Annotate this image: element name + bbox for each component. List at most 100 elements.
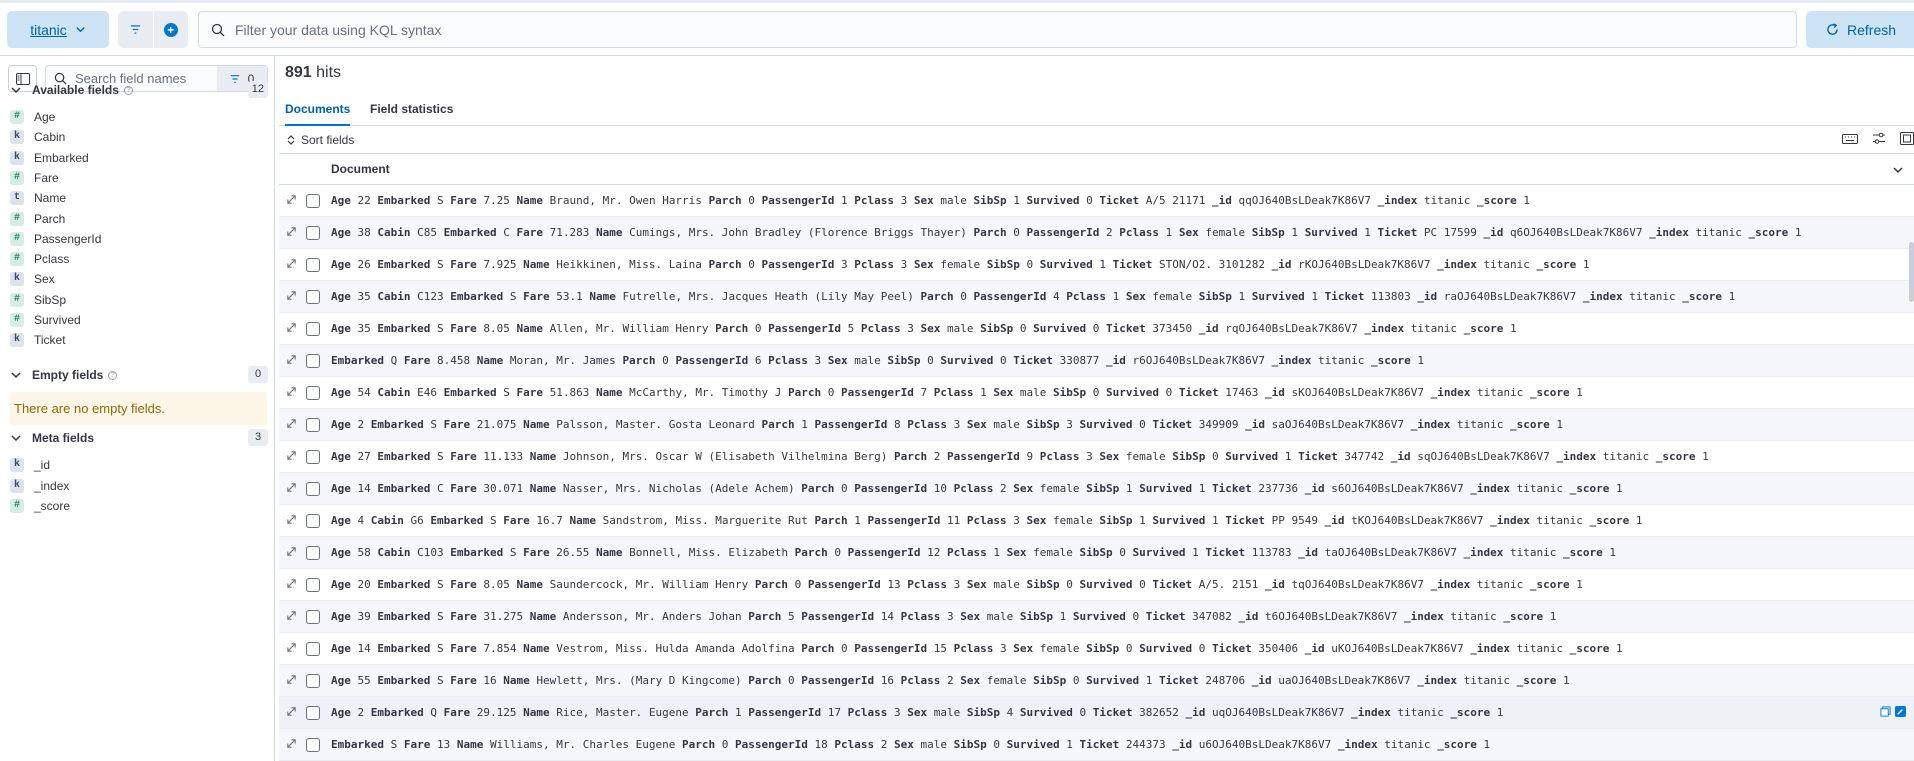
row-checkbox[interactable] bbox=[306, 386, 320, 400]
row-checkbox[interactable] bbox=[306, 418, 320, 432]
expand-icon[interactable] bbox=[286, 610, 297, 624]
row-checkbox[interactable] bbox=[306, 514, 320, 528]
document-summary: Age 2 Embarked S Fare 21.075 Name Palsso… bbox=[331, 418, 1563, 431]
meta-fields-header[interactable]: Meta fields 3 bbox=[10, 428, 268, 448]
field-item-passengerid[interactable]: # PassengerId bbox=[10, 229, 101, 249]
table-row[interactable]: Age 35 Cabin C123 Embarked S Fare 53.1 N… bbox=[279, 281, 1914, 313]
expand-icon[interactable] bbox=[286, 258, 297, 272]
expand-icon[interactable] bbox=[286, 290, 297, 304]
copy-icon[interactable] bbox=[1880, 706, 1891, 717]
field-item-sex[interactable]: k Sex bbox=[10, 269, 55, 289]
expand-icon[interactable] bbox=[286, 578, 297, 592]
row-checkbox[interactable] bbox=[306, 322, 320, 336]
row-checkbox[interactable] bbox=[306, 450, 320, 464]
table-row[interactable]: Age 2 Embarked S Fare 21.075 Name Palsso… bbox=[279, 409, 1914, 441]
table-row[interactable]: Embarked Q Fare 8.458 Name Moran, Mr. Ja… bbox=[279, 345, 1914, 377]
table-row[interactable]: Age 27 Embarked S Fare 11.133 Name Johns… bbox=[279, 441, 1914, 473]
grid-scrollbar[interactable] bbox=[1909, 242, 1914, 302]
keyboard-icon[interactable] bbox=[1842, 132, 1858, 145]
field-item-id[interactable]: k _id bbox=[10, 455, 50, 475]
row-checkbox[interactable] bbox=[306, 226, 320, 240]
field-item-fare[interactable]: # Fare bbox=[10, 168, 59, 188]
field-value: 0 bbox=[834, 482, 855, 495]
row-checkbox[interactable] bbox=[306, 482, 320, 496]
field-item-pclass[interactable]: # Pclass bbox=[10, 249, 69, 269]
sort-fields-button[interactable]: Sort fields bbox=[301, 133, 354, 147]
row-checkbox[interactable] bbox=[306, 642, 320, 656]
field-value: Allen, Mr. William Henry bbox=[542, 322, 716, 335]
row-checkbox[interactable] bbox=[306, 738, 320, 752]
row-checkbox[interactable] bbox=[306, 258, 320, 272]
expand-icon[interactable] bbox=[286, 738, 297, 752]
row-checkbox[interactable] bbox=[306, 674, 320, 688]
field-item-index[interactable]: k _index bbox=[10, 476, 69, 496]
tab-documents[interactable]: Documents bbox=[285, 102, 351, 126]
table-row[interactable]: Age 38 Cabin C85 Embarked C Fare 71.283 … bbox=[279, 217, 1914, 249]
field-item-ticket[interactable]: k Ticket bbox=[10, 330, 66, 350]
expand-icon[interactable] bbox=[286, 450, 297, 464]
row-checkbox[interactable] bbox=[306, 354, 320, 368]
table-row[interactable]: Age 39 Embarked S Fare 31.275 Name Ander… bbox=[279, 601, 1914, 633]
table-row[interactable]: Age 20 Embarked S Fare 8.05 Name Saunder… bbox=[279, 569, 1914, 601]
field-item-survived[interactable]: # Survived bbox=[10, 310, 81, 330]
field-item-sibsp[interactable]: # SibSp bbox=[10, 290, 66, 310]
field-key: Age bbox=[331, 546, 351, 559]
row-checkbox[interactable] bbox=[306, 194, 320, 208]
edit-icon[interactable] bbox=[1895, 706, 1906, 717]
expand-icon[interactable] bbox=[286, 706, 297, 720]
table-row[interactable]: Age 4 Cabin G6 Embarked S Fare 16.7 Name… bbox=[279, 505, 1914, 537]
table-row[interactable]: Age 35 Embarked S Fare 8.05 Name Allen, … bbox=[279, 313, 1914, 345]
field-value: S bbox=[503, 290, 524, 303]
expand-icon[interactable] bbox=[286, 386, 297, 400]
chevron-down-icon[interactable] bbox=[1892, 164, 1904, 179]
filter-menu-button[interactable] bbox=[118, 11, 154, 48]
expand-icon[interactable] bbox=[286, 322, 297, 336]
table-row[interactable]: Age 14 Embarked S Fare 7.854 Name Vestro… bbox=[279, 633, 1914, 665]
row-checkbox[interactable] bbox=[306, 610, 320, 624]
row-checkbox[interactable] bbox=[306, 706, 320, 720]
field-value: S bbox=[383, 738, 404, 751]
field-key: Embarked bbox=[377, 450, 431, 463]
expand-icon[interactable] bbox=[286, 546, 297, 560]
table-row[interactable]: Age 55 Embarked S Fare 16 Name Hewlett, … bbox=[279, 665, 1914, 697]
field-key: Sex bbox=[966, 578, 987, 591]
add-filter-button[interactable]: + bbox=[154, 11, 189, 48]
expand-icon[interactable] bbox=[286, 514, 297, 528]
table-row[interactable]: Age 22 Embarked S Fare 7.25 Name Braund,… bbox=[279, 185, 1914, 217]
field-item-name[interactable]: t Name bbox=[10, 188, 66, 208]
row-checkbox[interactable] bbox=[306, 578, 320, 592]
table-row[interactable]: Age 2 Embarked Q Fare 29.125 Name Rice, … bbox=[279, 697, 1914, 729]
expand-icon[interactable] bbox=[286, 194, 297, 208]
empty-fields-header[interactable]: Empty fields ? 0 bbox=[10, 365, 268, 385]
field-key: Age bbox=[331, 322, 351, 335]
table-row[interactable]: Age 26 Embarked S Fare 7.925 Name Heikki… bbox=[279, 249, 1914, 281]
table-row[interactable]: Age 14 Embarked C Fare 30.071 Name Nasse… bbox=[279, 473, 1914, 505]
tab-field-statistics[interactable]: Field statistics bbox=[370, 102, 453, 126]
expand-icon[interactable] bbox=[286, 642, 297, 656]
expand-icon[interactable] bbox=[286, 418, 297, 432]
row-checkbox[interactable] bbox=[306, 546, 320, 560]
field-item-score[interactable]: # _score bbox=[10, 496, 70, 516]
expand-icon[interactable] bbox=[286, 226, 297, 240]
document-column-header[interactable]: Document bbox=[331, 162, 390, 176]
field-key: PassengerId bbox=[761, 258, 835, 271]
available-fields-header[interactable]: Available fields ? 12 bbox=[10, 80, 268, 100]
data-view-picker[interactable]: titanic bbox=[7, 11, 109, 48]
field-item-cabin[interactable]: k Cabin bbox=[10, 127, 65, 147]
hits-label: hits bbox=[316, 64, 342, 81]
table-row[interactable]: Age 58 Cabin C103 Embarked S Fare 26.55 … bbox=[279, 537, 1914, 569]
table-row[interactable]: Embarked S Fare 13 Name Williams, Mr. Ch… bbox=[279, 729, 1914, 761]
kql-search-input[interactable]: Filter your data using KQL syntax bbox=[198, 11, 1797, 48]
field-item-embarked[interactable]: k Embarked bbox=[10, 148, 89, 168]
field-item-age[interactable]: # Age bbox=[10, 107, 55, 127]
expand-icon[interactable] bbox=[286, 482, 297, 496]
expand-icon[interactable] bbox=[286, 674, 297, 688]
expand-icon[interactable] bbox=[286, 354, 297, 368]
fullscreen-icon[interactable] bbox=[1900, 132, 1914, 145]
table-row[interactable]: Age 54 Cabin E46 Embarked S Fare 51.863 … bbox=[279, 377, 1914, 409]
row-checkbox[interactable] bbox=[306, 290, 320, 304]
field-item-parch[interactable]: # Parch bbox=[10, 209, 65, 229]
field-value: 2 bbox=[1099, 226, 1120, 239]
display-options-icon[interactable] bbox=[1872, 132, 1886, 145]
refresh-button[interactable]: Refresh bbox=[1806, 11, 1914, 48]
